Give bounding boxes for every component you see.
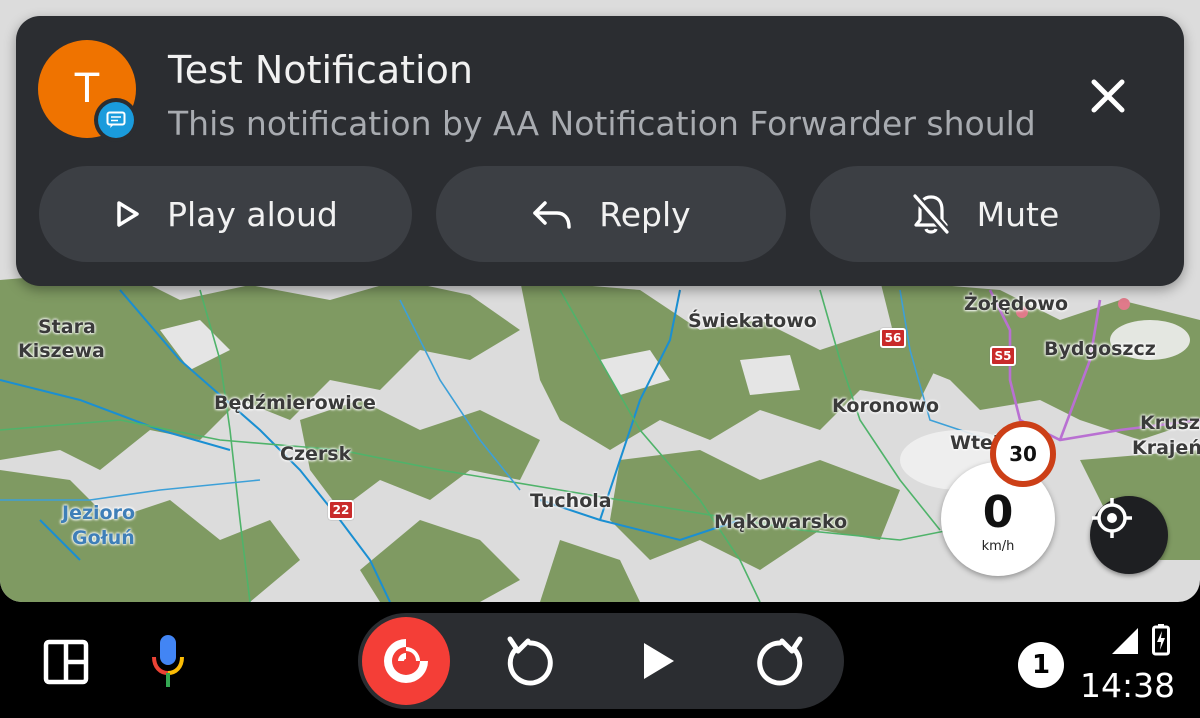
- town-label: Świekatowo: [688, 310, 817, 332]
- town-label: Krusz: [1140, 412, 1200, 434]
- town-label: Kiszewa: [18, 340, 105, 362]
- town-label: Koronowo: [832, 395, 940, 417]
- recenter-button[interactable]: [1090, 496, 1168, 574]
- town-label: Czersk: [280, 443, 352, 465]
- mute-button[interactable]: Mute: [810, 166, 1160, 262]
- mute-label: Mute: [976, 194, 1060, 234]
- lake-label: Jezioro: [62, 502, 136, 524]
- town-label: Żołędowo: [964, 293, 1069, 315]
- notification-title: Test Notification: [168, 48, 473, 92]
- town-label: Tuchola: [530, 490, 612, 512]
- play-icon: [644, 643, 674, 679]
- bottom-bar: 1 14:38: [0, 602, 1200, 718]
- current-speed: 0: [982, 486, 1014, 538]
- speed-unit: km/h: [981, 538, 1015, 554]
- town-label: Bydgoszcz: [1044, 338, 1156, 360]
- replay-icon: [507, 636, 553, 686]
- town-label: Będźmierowice: [214, 392, 376, 414]
- close-button[interactable]: [1080, 68, 1136, 124]
- reply-button[interactable]: Reply: [436, 166, 786, 262]
- media-app-button[interactable]: [362, 617, 450, 705]
- play-button[interactable]: [626, 629, 690, 693]
- layout-grid-icon: [43, 639, 89, 685]
- message-icon: [106, 111, 126, 128]
- launcher-button[interactable]: [40, 636, 92, 688]
- pocket-casts-icon: [384, 639, 428, 683]
- play-outline-icon: [117, 201, 139, 227]
- microphone-icon: [152, 635, 184, 687]
- clock: 14:38: [1080, 666, 1176, 705]
- speed-limit-sign: 30: [990, 421, 1056, 487]
- notification-card[interactable]: T Test Notification This notification by…: [16, 16, 1184, 286]
- play-aloud-label: Play aloud: [167, 194, 338, 234]
- media-controls: [358, 613, 844, 709]
- road-shield-22: 22: [328, 500, 354, 520]
- road-shield-56: 56: [880, 328, 906, 348]
- avatar-letter: T: [74, 66, 100, 112]
- town-label: Stara: [38, 316, 96, 338]
- forward-icon: [757, 636, 803, 686]
- app-badge: [94, 98, 138, 142]
- battery-charging-icon: [1152, 624, 1170, 656]
- assistant-mic-button[interactable]: [140, 632, 196, 692]
- forward-button[interactable]: [748, 629, 812, 693]
- bell-off-icon: [911, 193, 950, 235]
- play-aloud-button[interactable]: Play aloud: [39, 166, 412, 262]
- lake-label: Gołuń: [72, 527, 135, 549]
- town-label: Mąkowarsko: [714, 511, 848, 533]
- cell-signal-icon: [1112, 628, 1138, 654]
- close-icon: [1091, 79, 1125, 113]
- road-shield-s5: S5: [990, 346, 1016, 366]
- town-label: Krajeń: [1132, 437, 1200, 459]
- reply-icon: [533, 201, 572, 229]
- reply-label: Reply: [599, 194, 691, 234]
- notification-count-badge[interactable]: 1: [1018, 642, 1064, 688]
- rewind-button[interactable]: [498, 629, 562, 693]
- crosshair-icon: [1092, 498, 1132, 538]
- notification-body: This notification by AA Notification For…: [168, 104, 1048, 143]
